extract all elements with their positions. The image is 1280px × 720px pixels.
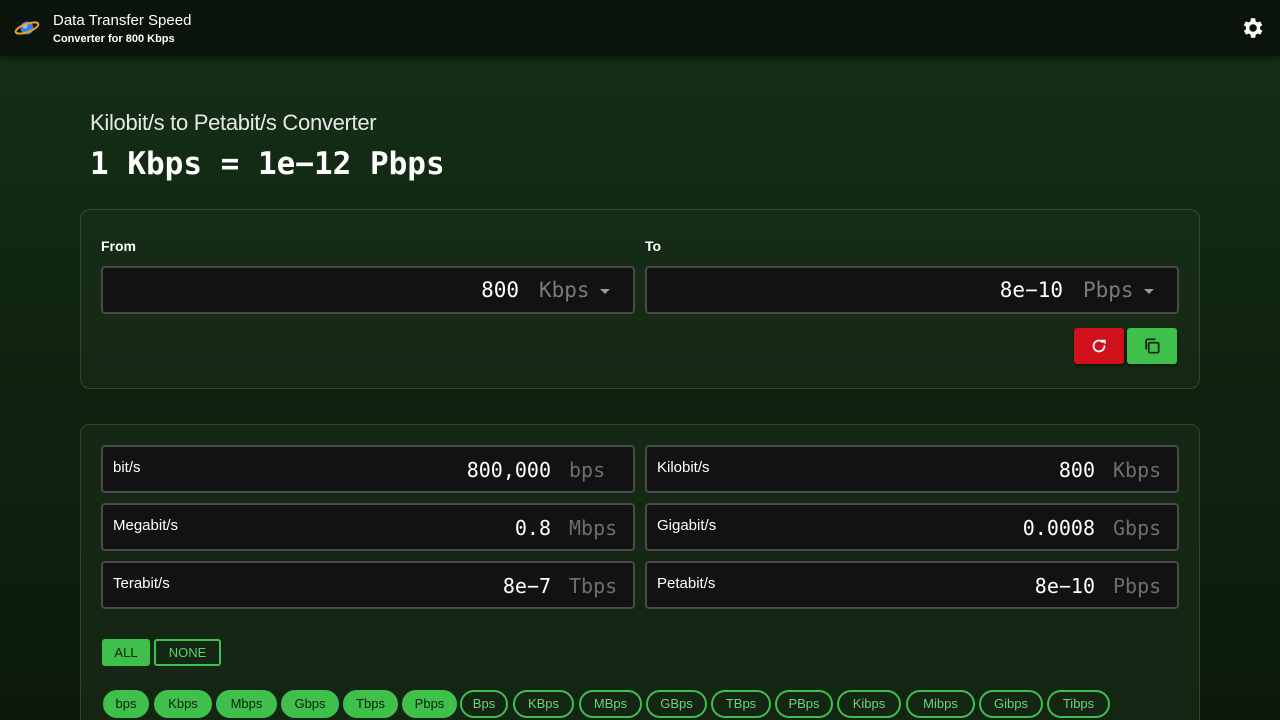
- gear-icon[interactable]: [1239, 15, 1265, 41]
- from-label: From: [101, 238, 136, 254]
- unit-chip[interactable]: Mibps: [906, 690, 975, 718]
- app-subtitle: Converter for 800 Kbps: [53, 33, 175, 45]
- unit-chip[interactable]: Kbps: [154, 690, 212, 718]
- unit-chip[interactable]: MBps: [579, 690, 642, 718]
- unit-chip[interactable]: KBps: [513, 690, 574, 718]
- result-name: Terabit/s: [113, 575, 170, 592]
- result-unit: Gbps: [1113, 516, 1162, 540]
- page-heading: Kilobit/s to Petabit/s Converter: [90, 110, 377, 135]
- unit-chip[interactable]: Bps: [460, 690, 508, 718]
- copy-button[interactable]: [1127, 328, 1177, 364]
- top-bar: Data Transfer Speed Converter for 800 Kb…: [0, 0, 1280, 56]
- to-field[interactable]: 8e−10 Pbps: [645, 266, 1179, 314]
- result-name: Megabit/s: [113, 517, 179, 534]
- from-field[interactable]: 800 Kbps: [101, 266, 635, 314]
- result-value[interactable]: 800,000: [467, 458, 551, 482]
- unit-chip-list: bps Kbps Mbps Gbps Tbps Pbps Bps KBps MB…: [103, 690, 1183, 720]
- result-name: Gigabit/s: [657, 517, 717, 534]
- result-value[interactable]: 8e−7: [503, 574, 551, 598]
- unit-chip[interactable]: Tibps: [1047, 690, 1110, 718]
- caret-down-icon[interactable]: [1144, 289, 1154, 294]
- to-label: To: [645, 238, 662, 254]
- result-row[interactable]: bit/s 800,000 bps: [101, 445, 635, 493]
- planet-logo-icon: [14, 21, 40, 35]
- result-value[interactable]: 8e−10: [1035, 574, 1095, 598]
- conversion-formula: 1 Kbps = 1e−12 Pbps: [90, 146, 445, 182]
- unit-chip[interactable]: PBps: [775, 690, 833, 718]
- reset-button[interactable]: [1074, 328, 1124, 364]
- result-unit: Tbps: [569, 574, 618, 598]
- result-row[interactable]: Kilobit/s 800 Kbps: [645, 445, 1179, 493]
- caret-down-icon[interactable]: [600, 289, 610, 294]
- to-unit-select[interactable]: Pbps: [1083, 278, 1134, 302]
- result-row[interactable]: Terabit/s 8e−7 Tbps: [101, 561, 635, 609]
- unit-chip[interactable]: TBps: [711, 690, 771, 718]
- result-unit: Pbps: [1113, 574, 1162, 598]
- copy-icon: [1145, 338, 1160, 354]
- unit-chip[interactable]: Pbps: [402, 690, 457, 718]
- unit-chip[interactable]: Mbps: [216, 690, 277, 718]
- result-value[interactable]: 800: [1059, 458, 1095, 482]
- refresh-icon: [1092, 339, 1106, 353]
- result-value[interactable]: 0.0008: [1023, 516, 1095, 540]
- result-name: Petabit/s: [657, 575, 716, 592]
- result-row[interactable]: Megabit/s 0.8 Mbps: [101, 503, 635, 551]
- from-unit-select[interactable]: Kbps: [539, 278, 590, 302]
- unit-chip[interactable]: Gbps: [281, 690, 339, 718]
- result-unit: Mbps: [569, 516, 618, 540]
- unit-chip[interactable]: GBps: [646, 690, 707, 718]
- unit-chip[interactable]: Gibps: [979, 690, 1043, 718]
- result-row[interactable]: Petabit/s 8e−10 Pbps: [645, 561, 1179, 609]
- app-title: Data Transfer Speed: [53, 12, 192, 29]
- result-unit: Kbps: [1113, 458, 1162, 482]
- result-name: Kilobit/s: [657, 459, 710, 476]
- unit-chip[interactable]: Tbps: [343, 690, 398, 718]
- to-value[interactable]: 8e−10: [1000, 278, 1063, 302]
- result-row[interactable]: Gigabit/s 0.0008 Gbps: [645, 503, 1179, 551]
- result-value[interactable]: 0.8: [515, 516, 551, 540]
- unit-chip[interactable]: bps: [103, 690, 149, 718]
- result-unit: bps: [569, 458, 606, 482]
- from-value[interactable]: 800: [481, 278, 519, 302]
- unit-chip[interactable]: Kibps: [837, 690, 901, 718]
- select-all-button[interactable]: ALL: [102, 639, 150, 666]
- result-name: bit/s: [113, 459, 141, 476]
- select-none-button[interactable]: NONE: [154, 639, 221, 666]
